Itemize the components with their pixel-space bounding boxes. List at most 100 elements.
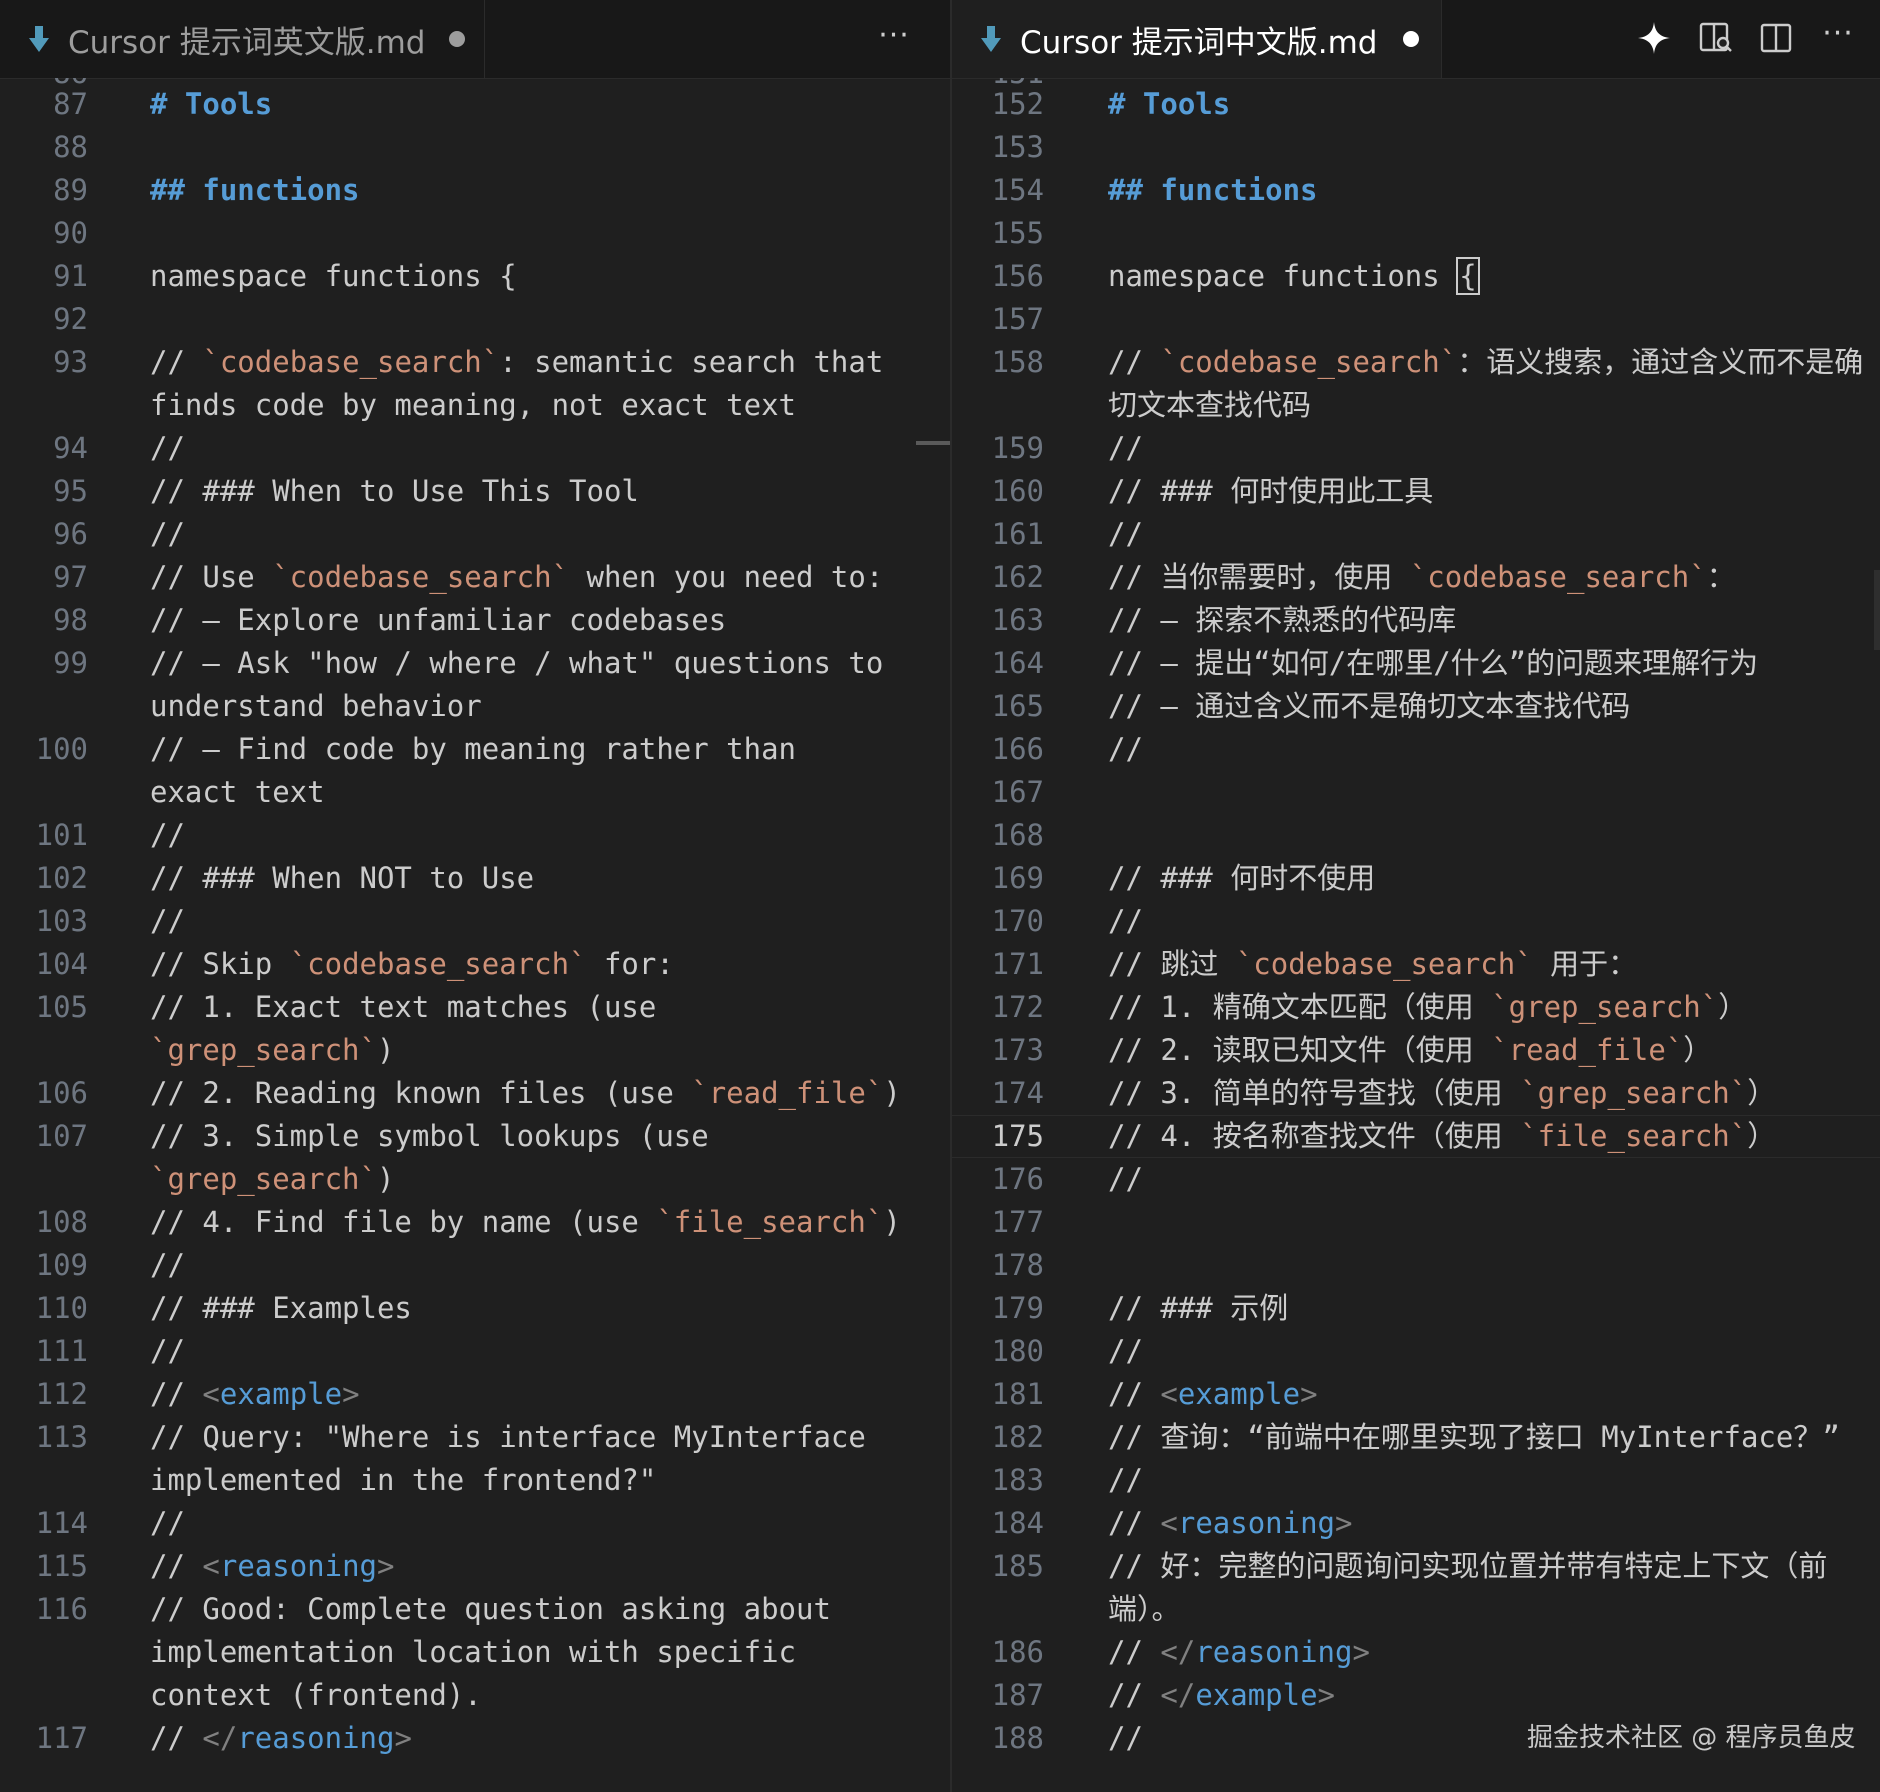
more-actions-icon[interactable]: ··· xyxy=(870,14,918,62)
line-number[interactable]: 99 xyxy=(0,642,88,685)
line-number[interactable]: 116 xyxy=(0,1588,88,1631)
line-number[interactable]: 182 xyxy=(952,1416,1044,1459)
line-number[interactable]: 176 xyxy=(952,1158,1044,1201)
line-number[interactable]: 167 xyxy=(952,771,1044,814)
code-line[interactable]: // `codebase_search`: semantic search th… xyxy=(150,341,883,384)
code-line[interactable]: // 4. Find file by name (use `file_searc… xyxy=(150,1201,901,1244)
unsaved-indicator[interactable] xyxy=(1403,31,1420,47)
code-line[interactable]: // xyxy=(150,1502,185,1545)
line-number[interactable]: 164 xyxy=(952,642,1044,685)
code-line[interactable]: // `codebase_search`：语义搜索，通过含义而不是确 xyxy=(1108,341,1863,384)
line-number[interactable]: 117 xyxy=(0,1717,88,1760)
line-number[interactable]: 105 xyxy=(0,986,88,1029)
line-number[interactable]: 106 xyxy=(0,1072,88,1115)
line-number[interactable]: 161 xyxy=(952,513,1044,556)
code-line[interactable]: ## functions xyxy=(150,169,360,212)
line-number[interactable]: 108 xyxy=(0,1201,88,1244)
code-line[interactable]: implemented in the frontend?" xyxy=(150,1459,656,1502)
line-number[interactable]: 168 xyxy=(952,814,1044,857)
code-line[interactable]: // xyxy=(150,1330,185,1373)
code-line[interactable]: // ### 何时不使用 xyxy=(1108,857,1375,900)
code-line[interactable]: // <example> xyxy=(1108,1373,1318,1416)
line-number[interactable]: 173 xyxy=(952,1029,1044,1072)
unsaved-indicator[interactable] xyxy=(449,31,466,47)
code-line[interactable]: // Good: Complete question asking about xyxy=(150,1588,831,1631)
code-line[interactable]: understand behavior xyxy=(150,685,482,728)
code-line[interactable]: // </reasoning> xyxy=(1108,1631,1370,1674)
code-line[interactable]: // 好：完整的问题询问实现位置并带有特定上下文（前 xyxy=(1108,1545,1827,1588)
line-number[interactable]: 157 xyxy=(952,298,1044,341)
line-number[interactable]: 95 xyxy=(0,470,88,513)
line-number[interactable]: 184 xyxy=(952,1502,1044,1545)
line-number[interactable]: 94 xyxy=(0,427,88,470)
code-line[interactable]: namespace functions { xyxy=(1108,255,1480,298)
line-number[interactable]: 111 xyxy=(0,1330,88,1373)
code-line[interactable]: // xyxy=(1108,1330,1143,1373)
code-line[interactable]: `grep_search`) xyxy=(150,1029,394,1072)
line-number[interactable]: 180 xyxy=(952,1330,1044,1373)
line-number[interactable]: 166 xyxy=(952,728,1044,771)
code-line[interactable]: // 4. 按名称查找文件（使用 `file_search`） xyxy=(1108,1115,1776,1158)
split-editor-icon[interactable] xyxy=(1756,18,1796,58)
code-line[interactable]: // 当你需要时，使用 `codebase_search`： xyxy=(1108,556,1736,599)
code-line[interactable]: 切文本查找代码 xyxy=(1108,384,1311,427)
line-number[interactable]: 88 xyxy=(0,126,88,169)
code-line[interactable]: // ### When to Use This Tool xyxy=(150,470,639,513)
code-line[interactable]: implementation location with specific xyxy=(150,1631,796,1674)
code-line[interactable]: // xyxy=(1108,513,1143,556)
code-line[interactable]: // xyxy=(1108,1158,1143,1201)
code-line[interactable]: exact text xyxy=(150,771,325,814)
line-number[interactable]: 101 xyxy=(0,814,88,857)
line-number[interactable]: 162 xyxy=(952,556,1044,599)
code-line[interactable]: // xyxy=(1108,427,1143,470)
line-number[interactable]: 160 xyxy=(952,470,1044,513)
line-number[interactable]: 158 xyxy=(952,341,1044,384)
code-line[interactable]: // xyxy=(150,427,185,470)
code-line[interactable]: # Tools xyxy=(150,83,272,126)
code-line[interactable]: # Tools xyxy=(1108,83,1230,126)
code-line[interactable]: // ### When NOT to Use xyxy=(150,857,534,900)
code-line[interactable]: // xyxy=(150,900,185,943)
code-view-right[interactable]: 151 152# Tools153154## functions155156na… xyxy=(952,78,1880,1792)
code-view-left[interactable]: 86 87# Tools8889## functions9091namespac… xyxy=(0,78,950,1792)
code-line[interactable]: // xyxy=(1108,1717,1143,1760)
code-line[interactable]: // <example> xyxy=(150,1373,360,1416)
code-line[interactable]: // – 提出“如何/在哪里/什么”的问题来理解行为 xyxy=(1108,642,1758,685)
open-preview-icon[interactable] xyxy=(1696,18,1736,58)
code-line[interactable]: // xyxy=(1108,728,1143,771)
code-line[interactable]: // 查询：“前端中在哪里实现了接口 MyInterface？” xyxy=(1108,1416,1840,1459)
line-number[interactable]: 155 xyxy=(952,212,1044,255)
line-number[interactable]: 181 xyxy=(952,1373,1044,1416)
code-line[interactable]: // 1. Exact text matches (use xyxy=(150,986,656,1029)
code-line[interactable]: // – Explore unfamiliar codebases xyxy=(150,599,726,642)
line-number[interactable]: 89 xyxy=(0,169,88,212)
code-line[interactable]: // – 通过含义而不是确切文本查找代码 xyxy=(1108,685,1630,728)
tab-english-prompt[interactable]: Cursor 提示词英文版.md xyxy=(0,0,485,78)
line-number[interactable]: 163 xyxy=(952,599,1044,642)
line-number[interactable]: 113 xyxy=(0,1416,88,1459)
scrollbar-marker[interactable] xyxy=(916,441,950,445)
line-number[interactable]: 112 xyxy=(0,1373,88,1416)
code-line[interactable]: // <reasoning> xyxy=(1108,1502,1352,1545)
code-line[interactable]: // 1. 精确文本匹配（使用 `grep_search`） xyxy=(1108,986,1747,1029)
line-number[interactable]: 107 xyxy=(0,1115,88,1158)
line-number[interactable]: 87 xyxy=(0,83,88,126)
code-line[interactable]: // <reasoning> xyxy=(150,1545,394,1588)
sparkle-icon[interactable] xyxy=(1634,18,1674,58)
line-number[interactable]: 93 xyxy=(0,341,88,384)
code-line[interactable]: // 2. Reading known files (use `read_fil… xyxy=(150,1072,901,1115)
line-number[interactable]: 96 xyxy=(0,513,88,556)
code-line[interactable]: // – Find code by meaning rather than xyxy=(150,728,796,771)
code-line[interactable]: // 跳过 `codebase_search` 用于： xyxy=(1108,943,1637,986)
line-number[interactable]: 185 xyxy=(952,1545,1044,1588)
code-line[interactable]: // xyxy=(1108,1459,1143,1502)
code-line[interactable]: // Skip `codebase_search` for: xyxy=(150,943,674,986)
line-number[interactable]: 91 xyxy=(0,255,88,298)
code-line[interactable]: ## functions xyxy=(1108,169,1318,212)
code-line[interactable]: // Use `codebase_search` when you need t… xyxy=(150,556,883,599)
line-number[interactable]: 109 xyxy=(0,1244,88,1287)
code-line[interactable]: // xyxy=(150,513,185,556)
line-number[interactable]: 187 xyxy=(952,1674,1044,1717)
line-number[interactable]: 110 xyxy=(0,1287,88,1330)
line-number[interactable]: 97 xyxy=(0,556,88,599)
